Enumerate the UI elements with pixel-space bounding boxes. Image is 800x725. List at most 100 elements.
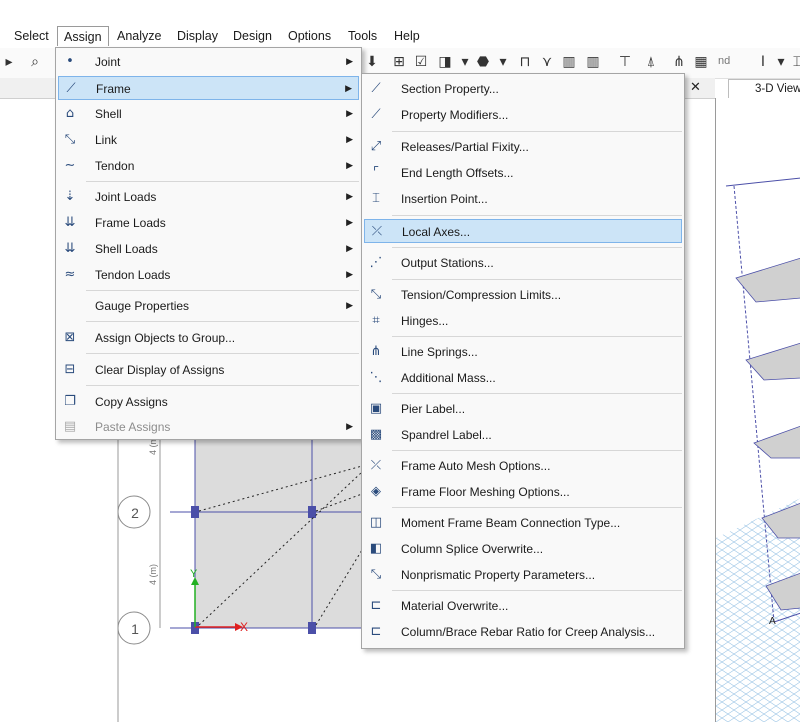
menu-item-tension-compression-limits[interactable]: ⤡ Tension/Compression Limits... xyxy=(364,283,682,307)
menu-item-property-modifiers[interactable]: ⟋ Property Modifiers... xyxy=(364,103,682,127)
dropdown-icon[interactable]: ▾ xyxy=(494,53,512,71)
menu-separator xyxy=(392,336,682,337)
dimension-label: 4 (m) xyxy=(148,564,158,585)
slab-area xyxy=(195,438,365,628)
menu-item-spandrel-label[interactable]: ▩ Spandrel Label... xyxy=(364,423,682,447)
paste-icon: ▤ xyxy=(63,419,77,434)
frame-submenu: ⟋ Section Property... ⟋ Property Modifie… xyxy=(361,73,685,649)
frame-icon[interactable]: ⊓ xyxy=(516,53,534,71)
submenu-arrow-icon: ▶ xyxy=(346,192,353,202)
bars-icon[interactable]: ⋔ xyxy=(670,53,688,71)
menu-item-hinges[interactable]: ⌗ Hinges... xyxy=(364,309,682,333)
menu-item-line-springs[interactable]: ⋔ Line Springs... xyxy=(364,340,682,364)
menu-item-end-length-offsets[interactable]: ⌜ End Length Offsets... xyxy=(364,161,682,185)
menu-item-tendon-loads[interactable]: ≈ Tendon Loads ▶ xyxy=(58,263,359,287)
menu-item-frame-auto-mesh-options[interactable]: ⤫ Frame Auto Mesh Options... xyxy=(364,454,682,478)
menu-tools[interactable]: Tools xyxy=(342,26,383,46)
submenu-arrow-icon: ▶ xyxy=(346,244,353,254)
tendon-icon: ∼ xyxy=(64,158,76,173)
menu-item-additional-mass[interactable]: ⋱ Additional Mass... xyxy=(364,366,682,390)
line-springs-icon: ⋔ xyxy=(370,344,382,359)
menu-item-releases-partial-fixity[interactable]: ⤢ Releases/Partial Fixity... xyxy=(364,135,682,159)
play-icon[interactable]: ▸ xyxy=(0,53,18,71)
menu-item-paste-assigns[interactable]: ▤ Paste Assigns ▶ xyxy=(58,415,359,439)
menu-display[interactable]: Display xyxy=(171,26,224,46)
tab-3d-view[interactable]: 3-D View xyxy=(728,79,800,98)
column-node xyxy=(308,622,316,634)
copy-icon: ❐ xyxy=(64,394,76,409)
material-overwrite-icon: ⊏ xyxy=(370,598,382,613)
menu-item-column-brace-rebar-ratio[interactable]: ⊏ Column/Brace Rebar Ratio for Creep Ana… xyxy=(364,620,682,644)
menu-separator xyxy=(392,450,682,451)
submenu-arrow-icon: ▶ xyxy=(346,218,353,228)
menu-help[interactable]: Help xyxy=(388,26,426,46)
menu-item-insertion-point[interactable]: ⌶ Insertion Point... xyxy=(364,187,682,211)
menu-separator xyxy=(392,131,682,132)
point-label: A xyxy=(769,616,776,627)
menu-item-nonprismatic-property-parameters[interactable]: ⤡ Nonprismatic Property Parameters... xyxy=(364,563,682,587)
3d-model-drawing xyxy=(716,177,800,722)
menu-item-joint-loads[interactable]: ⇣ Joint Loads ▶ xyxy=(58,185,359,209)
menu-separator xyxy=(86,385,359,386)
menu-item-column-splice-overwrite[interactable]: ◧ Column Splice Overwrite... xyxy=(364,537,682,561)
shell-icon: ⌂ xyxy=(65,106,75,121)
group-icon: ⊠ xyxy=(64,330,76,345)
submenu-arrow-icon: ▶ xyxy=(346,270,353,280)
assign-shape-icon[interactable]: ◨ xyxy=(436,53,454,71)
menu-select[interactable]: Select xyxy=(8,26,55,46)
menu-assign[interactable]: Assign xyxy=(57,26,109,46)
shell-loads-icon: ⇊ xyxy=(64,241,76,256)
joint-icon[interactable]: ⍋ xyxy=(642,53,660,71)
menu-item-link[interactable]: ⤡ Link ▶ xyxy=(58,128,359,152)
menu-item-frame-loads[interactable]: ⇊ Frame Loads ▶ xyxy=(58,211,359,235)
menu-item-joint[interactable]: • Joint ▶ xyxy=(58,50,359,74)
bars-icon[interactable]: ▥ xyxy=(560,53,578,71)
column-node xyxy=(308,506,316,518)
pier-icon[interactable]: ▥ xyxy=(584,53,602,71)
floor-meshing-icon: ◈ xyxy=(371,484,381,499)
grid-bubble-2-label: 2 xyxy=(131,505,139,521)
menu-item-local-axes[interactable]: ⤫ Local Axes... xyxy=(364,219,682,243)
menu-separator xyxy=(86,290,359,291)
zoom-icon[interactable]: ⌕ xyxy=(26,53,44,71)
menu-item-assign-objects-to-group[interactable]: ⊠ Assign Objects to Group... xyxy=(58,326,359,350)
menu-item-gauge-properties[interactable]: Gauge Properties ▶ xyxy=(58,294,359,318)
menu-options[interactable]: Options xyxy=(282,26,337,46)
additional-mass-icon: ⋱ xyxy=(369,370,383,385)
spring-icon[interactable]: ⋎ xyxy=(538,53,556,71)
submenu-arrow-icon: ▶ xyxy=(346,109,353,119)
pier-icon[interactable]: ▦ xyxy=(692,53,710,71)
menu-item-frame-floor-meshing-options[interactable]: ◈ Frame Floor Meshing Options... xyxy=(364,480,682,504)
submenu-arrow-icon: ▶ xyxy=(346,422,353,432)
menu-item-moment-frame-beam-connection-type[interactable]: ◫ Moment Frame Beam Connection Type... xyxy=(364,511,682,535)
filter-icon[interactable]: ⬇ xyxy=(363,53,381,71)
menu-item-frame[interactable]: ⟋ Frame ▶ xyxy=(58,76,359,100)
menu-item-tendon[interactable]: ∼ Tendon ▶ xyxy=(58,154,359,178)
text-cursor-icon[interactable]: I xyxy=(754,53,772,71)
more-icon[interactable]: ⌶ xyxy=(788,53,800,71)
menu-item-shell[interactable]: ⌂ Shell ▶ xyxy=(58,102,359,126)
select-grid-icon[interactable]: ⊞ xyxy=(390,53,408,71)
menu-item-material-overwrite[interactable]: ⊏ Material Overwrite... xyxy=(364,594,682,618)
submenu-arrow-icon: ▶ xyxy=(345,84,352,94)
dropdown-icon[interactable]: ▾ xyxy=(456,53,474,71)
submenu-arrow-icon: ▶ xyxy=(346,135,353,145)
submenu-arrow-icon: ▶ xyxy=(346,161,353,171)
column-splice-icon: ◧ xyxy=(369,541,383,556)
menu-item-copy-assigns[interactable]: ❐ Copy Assigns xyxy=(58,390,359,414)
restraint-icon[interactable]: ⊤ xyxy=(616,53,634,71)
menu-separator xyxy=(392,215,682,216)
checkbox-icon[interactable]: ☑ xyxy=(412,53,430,71)
menu-design[interactable]: Design xyxy=(227,26,278,46)
menu-analyze[interactable]: Analyze xyxy=(111,26,167,46)
section-icon[interactable]: ⬣ xyxy=(474,53,492,71)
menu-item-shell-loads[interactable]: ⇊ Shell Loads ▶ xyxy=(58,237,359,261)
menu-item-output-stations[interactable]: ⋰ Output Stations... xyxy=(364,251,682,275)
3d-view[interactable]: A xyxy=(715,98,800,722)
submenu-arrow-icon: ▶ xyxy=(346,57,353,67)
close-icon[interactable]: ✕ xyxy=(690,80,701,96)
menu-separator xyxy=(392,279,682,280)
menu-item-clear-display-of-assigns[interactable]: ⊟ Clear Display of Assigns xyxy=(58,358,359,382)
menu-item-section-property[interactable]: ⟋ Section Property... xyxy=(364,77,682,101)
menu-item-pier-label[interactable]: ▣ Pier Label... xyxy=(364,397,682,421)
